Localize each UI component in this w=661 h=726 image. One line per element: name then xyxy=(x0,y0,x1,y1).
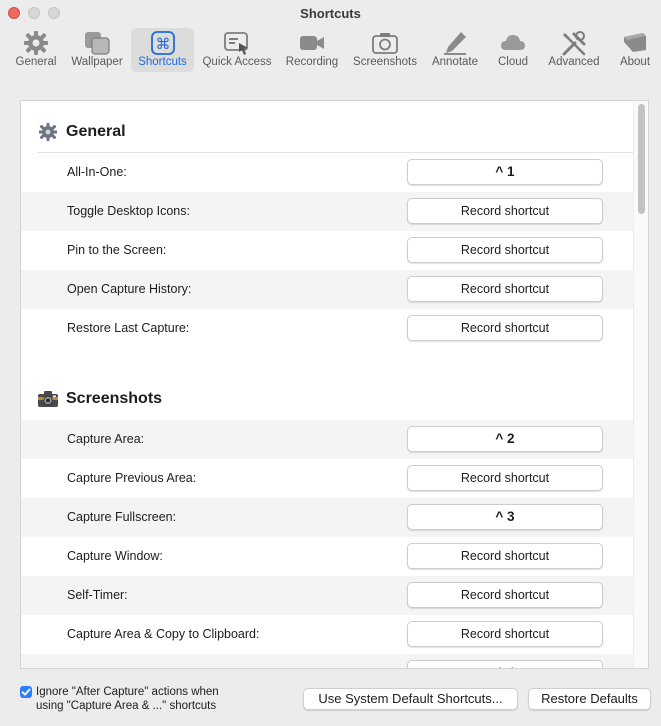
tab-label: Wallpaper xyxy=(71,56,123,68)
shortcut-row-restore-last-capture: Restore Last Capture: Record shortcut xyxy=(21,309,634,348)
tab-about[interactable]: About xyxy=(614,28,656,72)
tab-label: Cloud xyxy=(497,56,529,68)
shortcut-label: All-In-One: xyxy=(67,165,127,179)
restore-defaults-button[interactable]: Restore Defaults xyxy=(528,688,651,710)
shortcut-label: Restore Last Capture: xyxy=(67,321,190,335)
shortcut-recorder-button[interactable]: ^ 3 xyxy=(407,504,603,530)
record-shortcut-button[interactable]: Record shortcut xyxy=(407,237,603,263)
section-header-general: General xyxy=(21,103,634,153)
window-title: Shortcuts xyxy=(300,6,361,21)
svg-text:⌘: ⌘ xyxy=(155,35,170,53)
shortcut-recorder-button[interactable]: ^ 1 xyxy=(407,159,603,185)
checkbox-label-line-2: using "Capture Area & ..." shortcuts xyxy=(36,700,217,712)
tab-label: General xyxy=(15,56,57,68)
shortcuts-panel[interactable]: General All-In-One: ^ 1 Toggle Desktop I… xyxy=(20,100,649,669)
pencil-icon xyxy=(444,32,466,55)
record-shortcut-button[interactable]: Record shortcut xyxy=(407,660,603,668)
wallpaper-icon xyxy=(85,32,110,55)
record-shortcut-button[interactable]: Record shortcut xyxy=(407,465,603,491)
use-system-default-shortcuts-button[interactable]: Use System Default Shortcuts... xyxy=(303,688,518,710)
tools-icon xyxy=(562,31,586,56)
shortcut-label: Open Capture History: xyxy=(67,282,192,296)
shortcut-row-capture-area-copy: Capture Area & Copy to Clipboard: Record… xyxy=(21,615,634,654)
tab-recording[interactable]: Recording xyxy=(282,28,342,72)
shortcut-row-capture-window: Capture Window: Record shortcut xyxy=(21,537,634,576)
section-header-screenshots: Screenshots xyxy=(21,370,634,420)
shortcut-row-open-capture-history: Open Capture History: Record shortcut xyxy=(21,270,634,309)
shortcut-row-toggle-desktop-icons: Toggle Desktop Icons: Record shortcut xyxy=(21,192,634,231)
shortcut-label: Capture Fullscreen: xyxy=(67,510,177,524)
ignore-after-capture-checkbox[interactable] xyxy=(20,686,32,698)
shortcut-label: Toggle Desktop Icons: xyxy=(67,204,190,218)
tab-label: Recording xyxy=(285,56,339,68)
vertical-scrollbar[interactable] xyxy=(633,101,648,668)
tab-label: Advanced xyxy=(548,56,600,68)
shortcut-label: Pin to the Screen: xyxy=(67,243,167,257)
gear-icon xyxy=(24,31,48,55)
checkmark-icon xyxy=(21,688,31,696)
tab-label: Shortcuts xyxy=(138,56,187,68)
shortcut-row-capture-fullscreen: Capture Fullscreen: ^ 3 xyxy=(21,498,634,537)
shortcut-label: Capture Area: xyxy=(67,432,145,446)
section-title: General xyxy=(66,123,126,140)
footer-bar: Ignore "After Capture" actions when usin… xyxy=(0,672,661,726)
title-bar: Shortcuts xyxy=(0,0,661,26)
checkbox-label: Ignore "After Capture" actions when usin… xyxy=(36,685,219,713)
about-icon xyxy=(624,33,646,52)
camera-emoji-icon xyxy=(38,391,58,407)
shortcut-label: Capture Window: xyxy=(67,549,163,563)
tab-label: About xyxy=(619,56,651,68)
record-shortcut-button[interactable]: Record shortcut xyxy=(407,582,603,608)
tab-advanced[interactable]: Advanced xyxy=(544,28,604,72)
cloud-icon xyxy=(501,35,525,50)
shortcut-row-all-in-one: All-In-One: ^ 1 xyxy=(21,153,634,192)
shortcut-label: Self-Timer: xyxy=(67,588,128,602)
shortcut-row-self-timer: Self-Timer: Record shortcut xyxy=(21,576,634,615)
record-shortcut-button[interactable]: Record shortcut xyxy=(407,621,603,647)
section-title: Screenshots xyxy=(66,390,163,407)
camera-icon xyxy=(372,33,398,54)
tab-screenshots[interactable]: Screenshots xyxy=(350,28,420,72)
shortcut-label: Capture Area & Copy to Clipboard: xyxy=(67,627,260,641)
record-shortcut-button[interactable]: Record shortcut xyxy=(407,543,603,569)
shortcut-row-pin-to-screen: Pin to the Screen: Record shortcut xyxy=(21,231,634,270)
scrollbar-thumb[interactable] xyxy=(638,104,645,214)
tab-annotate[interactable]: Annotate xyxy=(427,28,483,72)
tab-label: Annotate xyxy=(431,56,479,68)
tab-label: Quick Access xyxy=(202,56,272,68)
preferences-toolbar: General Wallpaper ⌘ Shortcuts Quick Acce… xyxy=(0,26,661,72)
shortcut-recorder-button[interactable]: ^ 2 xyxy=(407,426,603,452)
quick-access-icon xyxy=(224,32,248,55)
command-key-icon: ⌘ xyxy=(150,31,175,55)
record-shortcut-button[interactable]: Record shortcut xyxy=(407,315,603,341)
tab-general[interactable]: General xyxy=(12,28,60,72)
tab-wallpaper[interactable]: Wallpaper xyxy=(67,28,127,72)
checkbox-label-line-1: Ignore "After Capture" actions when xyxy=(36,686,219,698)
record-shortcut-button[interactable]: Record shortcut xyxy=(407,198,603,224)
shortcut-row-capture-previous-area: Capture Previous Area: Record shortcut xyxy=(21,459,634,498)
shortcut-row-partial: Record shortcut xyxy=(21,654,634,668)
gear-icon xyxy=(39,123,57,141)
record-shortcut-button[interactable]: Record shortcut xyxy=(407,276,603,302)
tab-label: Screenshots xyxy=(353,56,417,68)
shortcut-row-capture-area: Capture Area: ^ 2 xyxy=(21,420,634,459)
tab-cloud[interactable]: Cloud xyxy=(492,28,534,72)
tab-quick-access[interactable]: Quick Access xyxy=(199,28,275,72)
video-camera-icon xyxy=(300,36,324,50)
shortcut-label: Capture Previous Area: xyxy=(67,471,197,485)
tab-shortcuts[interactable]: ⌘ Shortcuts xyxy=(131,28,194,72)
